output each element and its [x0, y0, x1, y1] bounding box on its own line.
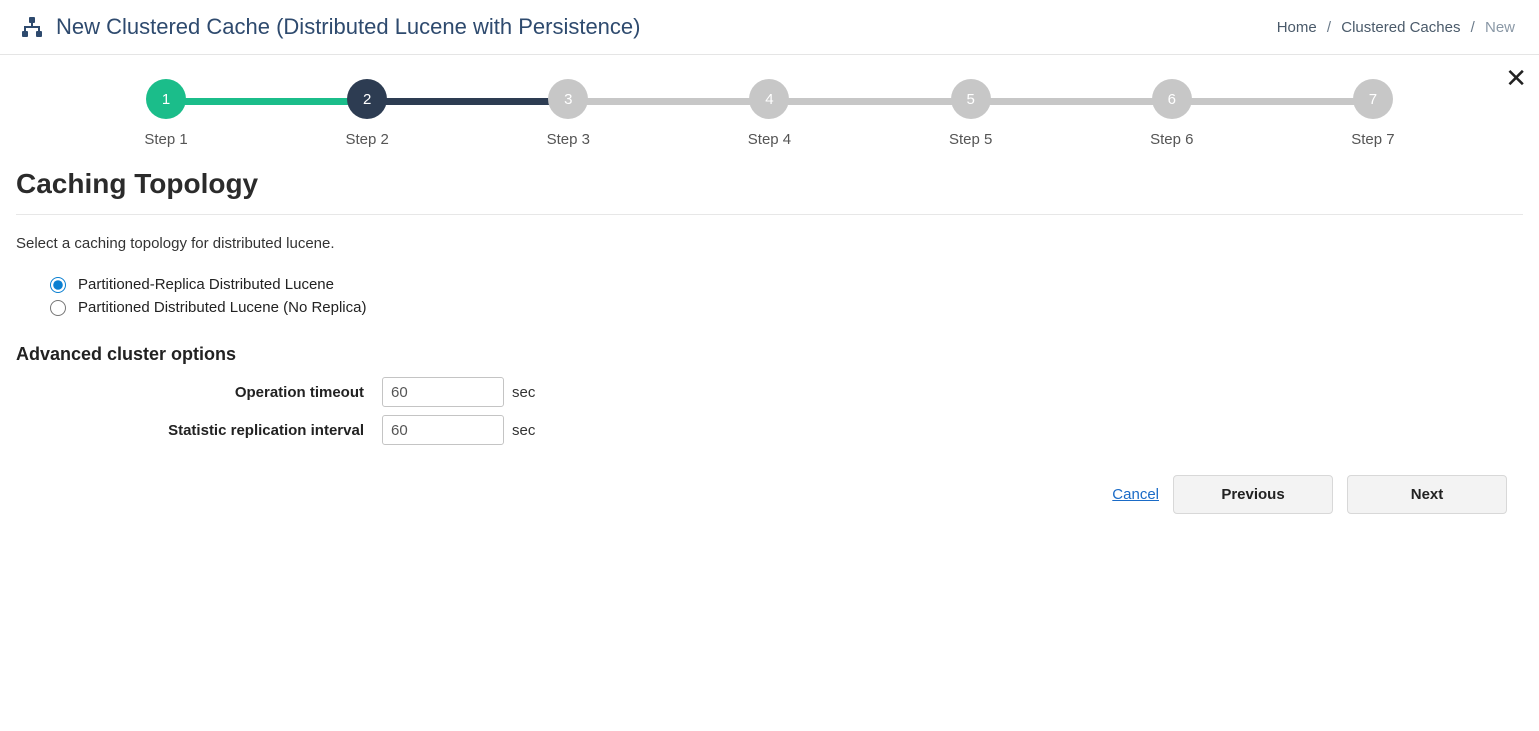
wizard-footer: Cancel Previous Next	[16, 453, 1523, 536]
page-header: New Clustered Cache (Distributed Lucene …	[0, 0, 1539, 55]
section-title: Caching Topology	[16, 168, 1523, 200]
field-unit: sec	[512, 384, 535, 401]
topology-radio[interactable]	[50, 300, 66, 316]
step-label: Step 7	[1351, 131, 1394, 148]
section-description: Select a caching topology for distribute…	[16, 235, 1523, 252]
advanced-field-row: Operation timeout sec	[16, 377, 1523, 407]
breadcrumb: Home / Clustered Caches / New	[1277, 19, 1515, 36]
step-label: Step 2	[345, 131, 388, 148]
breadcrumb-sep: /	[1327, 19, 1331, 36]
step-circle: 3	[548, 79, 588, 119]
advanced-heading: Advanced cluster options	[16, 344, 1523, 365]
next-button[interactable]: Next	[1347, 475, 1507, 514]
topology-option: Partitioned Distributed Lucene (No Repli…	[50, 299, 1523, 316]
step-circle: 6	[1152, 79, 1192, 119]
statistic-replication-interval-input[interactable]	[382, 415, 504, 445]
step-4[interactable]: 4 Step 4	[749, 79, 789, 148]
header-left: New Clustered Cache (Distributed Lucene …	[20, 14, 640, 40]
step-label: Step 3	[547, 131, 590, 148]
field-label: Operation timeout	[16, 384, 382, 401]
step-circle: 1	[146, 79, 186, 119]
step-circle: 7	[1353, 79, 1393, 119]
wizard-stepper: 1 Step 1 2 Step 2 3 Step 3 4 Step 4 5 Step 5 6 Step…	[146, 79, 1393, 148]
step-2[interactable]: 2 Step 2	[347, 79, 387, 148]
field-unit: sec	[512, 422, 535, 439]
advanced-field-row: Statistic replication interval sec	[16, 415, 1523, 445]
topology-radio[interactable]	[50, 277, 66, 293]
topology-radio-label[interactable]: Partitioned Distributed Lucene (No Repli…	[78, 299, 366, 316]
breadcrumb-clustered-caches[interactable]: Clustered Caches	[1341, 19, 1460, 36]
step-7[interactable]: 7 Step 7	[1353, 79, 1393, 148]
step-label: Step 4	[748, 131, 791, 148]
breadcrumb-sep: /	[1471, 19, 1475, 36]
operation-timeout-input[interactable]	[382, 377, 504, 407]
step-label: Step 5	[949, 131, 992, 148]
step-circle: 2	[347, 79, 387, 119]
step-label: Step 1	[144, 131, 187, 148]
topology-radio-group: Partitioned-Replica Distributed Lucene Pa…	[50, 276, 1523, 316]
step-5[interactable]: 5 Step 5	[951, 79, 991, 148]
topology-option: Partitioned-Replica Distributed Lucene	[50, 276, 1523, 293]
step-3[interactable]: 3 Step 3	[548, 79, 588, 148]
step-6[interactable]: 6 Step 6	[1152, 79, 1192, 148]
page-title: New Clustered Cache (Distributed Lucene …	[56, 14, 640, 40]
advanced-fields: Operation timeoutsecStatistic replicatio…	[16, 377, 1523, 445]
section-divider	[16, 214, 1523, 215]
step-1[interactable]: 1 Step 1	[146, 79, 186, 148]
stepper-row: 1 Step 1 2 Step 2 3 Step 3 4 Step 4 5 Step 5 6 Step…	[146, 79, 1393, 148]
wizard-content: ✕ 1 Step 1 2 Step 2 3 Step 3 4 Step 4 5 Step 5 6 St…	[0, 55, 1539, 536]
breadcrumb-home[interactable]: Home	[1277, 19, 1317, 36]
breadcrumb-current: New	[1485, 19, 1515, 36]
step-circle: 5	[951, 79, 991, 119]
step-label: Step 6	[1150, 131, 1193, 148]
step-circle: 4	[749, 79, 789, 119]
field-label: Statistic replication interval	[16, 422, 382, 439]
close-icon[interactable]: ✕	[1505, 65, 1527, 91]
topology-radio-label[interactable]: Partitioned-Replica Distributed Lucene	[78, 276, 334, 293]
cluster-icon	[20, 15, 44, 39]
cancel-link[interactable]: Cancel	[1112, 486, 1159, 503]
previous-button[interactable]: Previous	[1173, 475, 1333, 514]
